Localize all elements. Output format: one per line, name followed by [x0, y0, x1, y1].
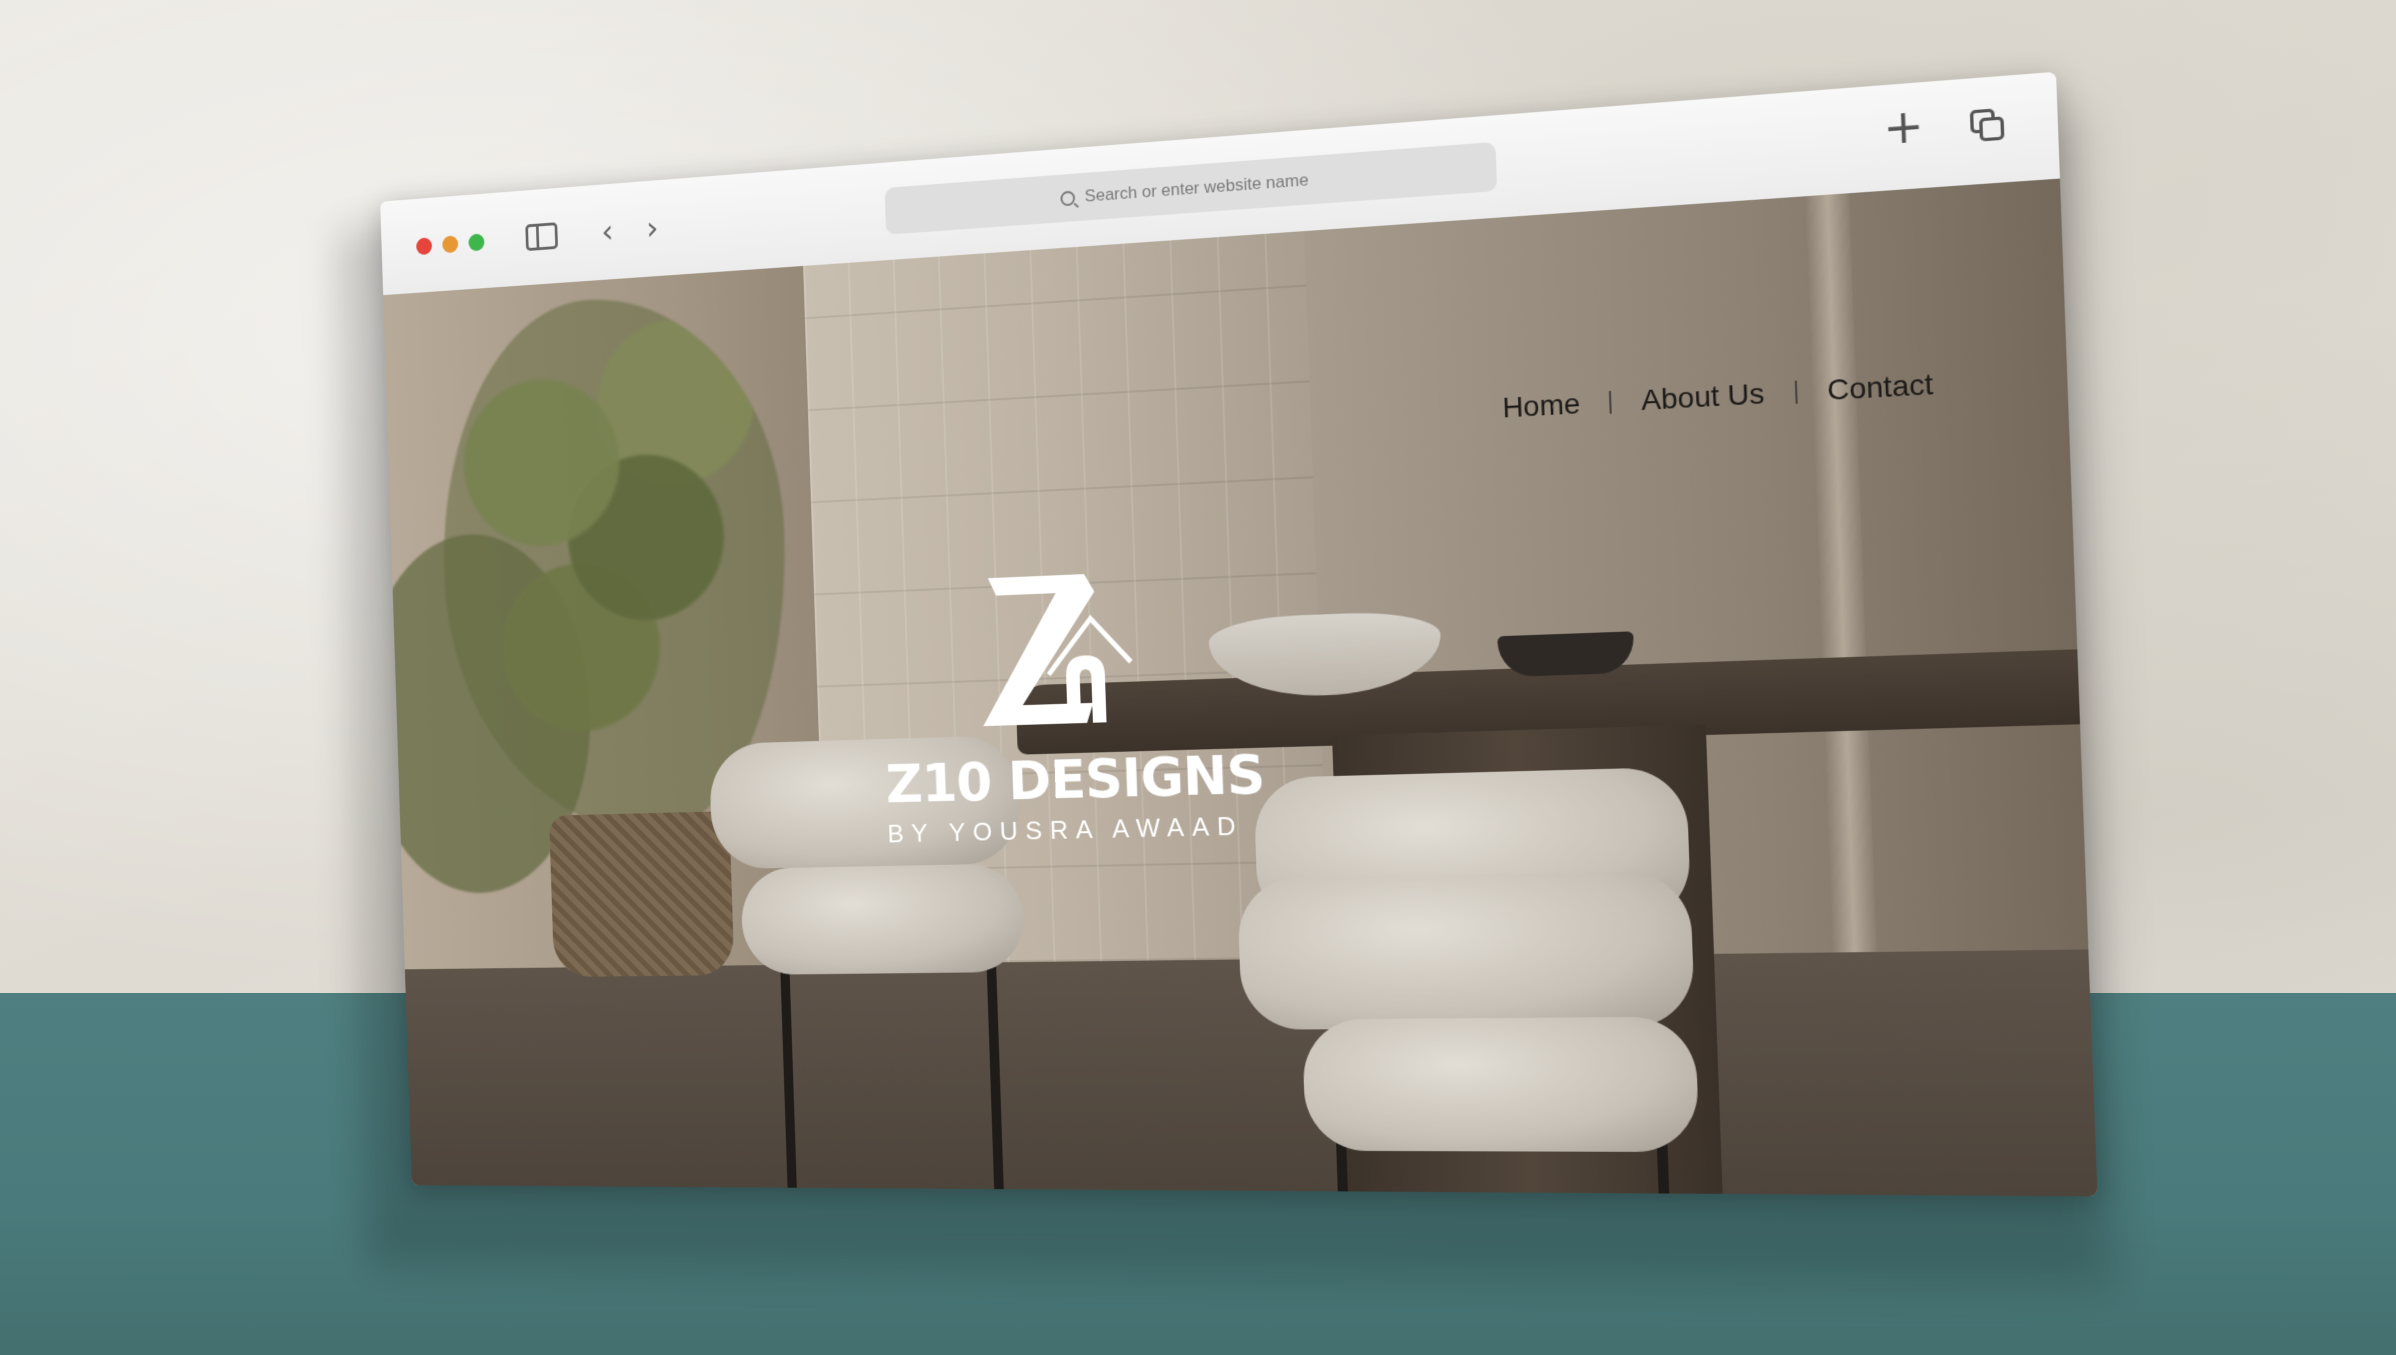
chair-right-back-lower	[1236, 870, 1696, 1030]
search-icon	[1060, 190, 1076, 206]
nav-divider	[1609, 390, 1613, 414]
address-bar[interactable]: Search or enter website name	[884, 141, 1498, 235]
address-placeholder: Search or enter website name	[1084, 170, 1309, 206]
new-tab-icon[interactable]: +	[1882, 99, 1925, 156]
tabs-overview-icon[interactable]	[1969, 108, 2005, 142]
nav-about-link[interactable]: About Us	[1641, 377, 1765, 417]
brand-name: Z10 DESIGNS	[884, 742, 1266, 816]
sidebar-icon[interactable]	[525, 222, 559, 252]
nav-divider	[1794, 380, 1798, 404]
logo-monogram	[978, 573, 1138, 727]
hero-section: Home About Us Contact Z10 DESIGNS BY YOU…	[383, 178, 2098, 1197]
woven-basket	[548, 811, 735, 978]
chair-left-seat	[740, 863, 1026, 975]
forward-icon[interactable]: ›	[646, 209, 660, 248]
close-window-button[interactable]	[416, 237, 433, 256]
brand-logo: Z10 DESIGNS BY YOUSRA AWAAD	[879, 558, 1266, 849]
maximize-window-button[interactable]	[468, 233, 485, 252]
minimize-window-button[interactable]	[442, 235, 459, 254]
nav-contact-link[interactable]: Contact	[1827, 368, 1934, 408]
back-icon[interactable]: ‹	[601, 212, 614, 251]
browser-window: ‹ › Search or enter website name + Home …	[380, 71, 2098, 1197]
chair-right-seat	[1301, 1016, 1700, 1153]
nav-home-link[interactable]: Home	[1502, 388, 1581, 425]
